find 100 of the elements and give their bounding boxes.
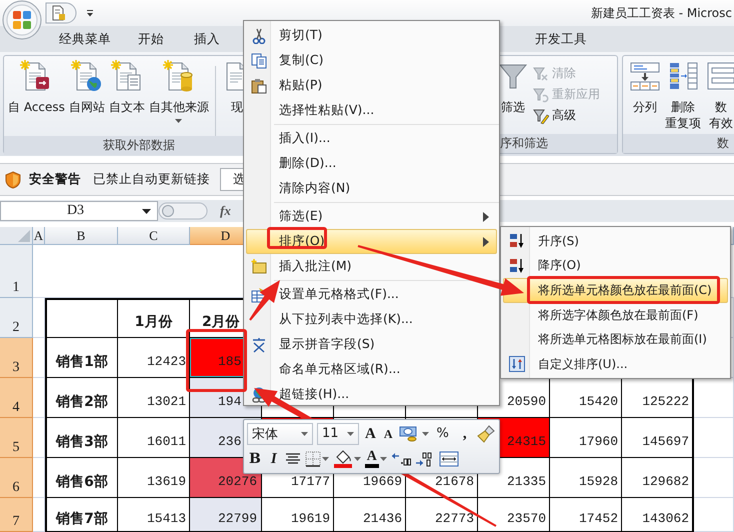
column-header[interactable]: A bbox=[33, 227, 45, 245]
row-header[interactable]: 1 bbox=[0, 245, 33, 298]
function-button[interactable]: fx bbox=[220, 203, 231, 219]
ribbon-button[interactable]: 自其他来源 bbox=[146, 60, 211, 123]
table-cell: 143062 bbox=[622, 498, 694, 532]
table-cell: 销售2部 bbox=[45, 378, 118, 418]
table-cell: 17452 bbox=[550, 498, 622, 532]
row-header[interactable]: 7 bbox=[0, 498, 33, 532]
menu-item[interactable]: 粘贴(P) bbox=[246, 73, 497, 98]
window-title: 新建员工工资表 - Microsc bbox=[590, 4, 733, 22]
caret-icon bbox=[301, 432, 308, 436]
submenu-arrow-icon bbox=[483, 236, 489, 246]
text-document-icon bbox=[110, 60, 143, 92]
quick-access-button[interactable] bbox=[45, 2, 77, 24]
empty-cell bbox=[33, 338, 45, 378]
scissors-icon bbox=[251, 28, 267, 44]
row-header[interactable]: 4 bbox=[0, 378, 33, 418]
advanced-filter-icon bbox=[533, 108, 549, 124]
empty-cell bbox=[33, 498, 45, 532]
table-cell: 22799 bbox=[190, 498, 262, 532]
menu-item[interactable]: 将所选单元格图标放在最前面(I) bbox=[503, 327, 728, 352]
grow-font-button[interactable]: A bbox=[363, 424, 378, 442]
split-columns-icon bbox=[629, 60, 661, 92]
menu-item[interactable]: 将所选字体颜色放在最前面(F) bbox=[503, 302, 728, 328]
shield-icon bbox=[5, 170, 21, 188]
note-icon bbox=[251, 258, 267, 274]
caret-icon bbox=[347, 432, 354, 436]
caret-icon[interactable] bbox=[422, 432, 429, 436]
table-cell: 销售1部 bbox=[45, 338, 118, 378]
ribbon-button[interactable]: 自 Access bbox=[6, 60, 67, 115]
ribbon-button[interactable]: 筛选 bbox=[495, 60, 531, 115]
font-dropdown[interactable]: 宋体 bbox=[247, 422, 313, 444]
center-align-icon[interactable] bbox=[284, 452, 301, 466]
ribbon-button[interactable]: 分列 bbox=[627, 60, 663, 115]
ribbon-button[interactable]: 数 有效 bbox=[703, 60, 734, 131]
percent-button[interactable]: % bbox=[432, 424, 453, 442]
ribbon-button[interactable]: 自网站 bbox=[66, 60, 107, 115]
empty-cell bbox=[33, 418, 45, 458]
row-header[interactable]: 2 bbox=[0, 298, 33, 338]
ribbon-button[interactable]: 删除 重复项 bbox=[663, 60, 703, 131]
ribbon-button[interactable]: 高级 bbox=[533, 105, 600, 126]
menu-item[interactable]: 插入批注(M) bbox=[246, 254, 497, 279]
ribbon-tab[interactable]: 开发工具 bbox=[535, 30, 587, 48]
sort-ascending-icon bbox=[509, 233, 525, 250]
table-cell: 19619 bbox=[262, 498, 334, 532]
menu-item[interactable]: 选择性粘贴(V)... bbox=[246, 98, 497, 123]
duplicate-columns-icon bbox=[667, 60, 699, 92]
table-cell: 1月份 bbox=[118, 298, 190, 338]
splitter-handle-icon[interactable] bbox=[158, 201, 208, 221]
row-header[interactable]: 5 bbox=[0, 418, 33, 458]
phonetic-icon bbox=[251, 336, 267, 352]
name-box[interactable]: D3 bbox=[0, 201, 158, 221]
menu-item[interactable]: 剪切(T) bbox=[246, 23, 497, 48]
custom-sort-icon bbox=[509, 356, 525, 372]
table-cell: 21436 bbox=[334, 498, 406, 532]
row-header[interactable]: 3 bbox=[0, 338, 33, 378]
caret-icon bbox=[142, 208, 151, 214]
size-dropdown[interactable]: 11 bbox=[317, 422, 359, 444]
merge-center-icon[interactable] bbox=[438, 450, 459, 466]
comma-button[interactable]: , bbox=[456, 424, 473, 442]
table-cell: 销售7部 bbox=[45, 498, 118, 532]
empty-cell bbox=[33, 458, 45, 498]
triangle-icon bbox=[18, 230, 30, 242]
menu-item[interactable]: 筛选(E) bbox=[246, 204, 497, 229]
validation-form-icon bbox=[705, 60, 734, 92]
clipboard-icon bbox=[251, 78, 267, 94]
table-cell: 销售3部 bbox=[45, 418, 118, 458]
menu-item[interactable]: 复制(C) bbox=[246, 48, 497, 73]
menu-item[interactable]: 升序(S) bbox=[503, 229, 728, 254]
row-header[interactable]: 6 bbox=[0, 458, 33, 498]
ribbon-button[interactable]: 自文本 bbox=[106, 60, 147, 115]
table-cell: 17960 bbox=[550, 418, 622, 458]
borders-icon[interactable] bbox=[304, 450, 321, 466]
menu-item[interactable]: 降序(O) bbox=[503, 254, 728, 278]
empty-cell bbox=[694, 458, 734, 498]
caret-icon[interactable] bbox=[86, 9, 94, 17]
menu-item[interactable]: 自定义排序(U)... bbox=[503, 352, 728, 377]
group-label: 数 bbox=[623, 134, 734, 153]
ribbon-tab[interactable]: 插入 bbox=[194, 30, 220, 48]
column-header[interactable]: B bbox=[45, 227, 118, 245]
brush-icon[interactable] bbox=[476, 424, 495, 442]
globe-document-icon bbox=[70, 60, 103, 92]
empty-cell bbox=[694, 498, 734, 532]
ribbon-tab[interactable]: 经典菜单 bbox=[59, 30, 111, 48]
empty-cell bbox=[33, 298, 45, 338]
highlight-frame bbox=[186, 329, 247, 392]
fill-bucket-icon[interactable] bbox=[332, 450, 353, 468]
warning-title: 安全警告 bbox=[29, 171, 81, 188]
font-color-button[interactable]: A bbox=[364, 450, 379, 468]
table-cell: 129682 bbox=[622, 458, 694, 498]
table-cell: 145697 bbox=[622, 418, 694, 458]
column-header[interactable]: C bbox=[118, 227, 190, 245]
empty-cell bbox=[33, 378, 45, 418]
shrink-font-button[interactable]: A bbox=[382, 424, 395, 442]
arrow bbox=[249, 280, 280, 321]
table-cell: 15928 bbox=[550, 458, 622, 498]
increase-decimal-icon[interactable] bbox=[390, 450, 411, 466]
clear-filter-icon bbox=[533, 66, 549, 82]
menu-item[interactable]: 排序(O) bbox=[246, 229, 497, 254]
ribbon-tab[interactable]: 开始 bbox=[138, 30, 164, 48]
